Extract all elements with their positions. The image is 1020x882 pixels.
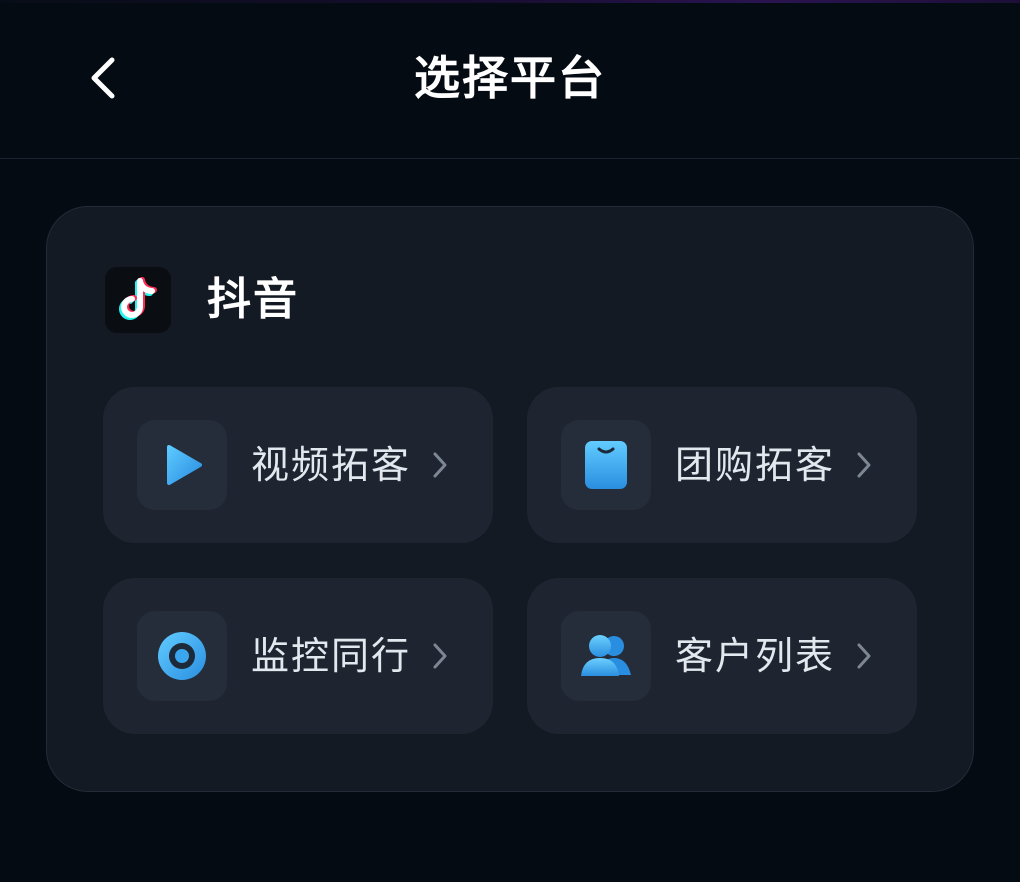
douyin-logo-icon (105, 267, 171, 333)
chevron-right-icon (853, 640, 875, 672)
platform-name: 抖音 (207, 274, 299, 325)
play-icon (137, 420, 227, 510)
monitor-eye-icon (137, 611, 227, 701)
chevron-right-icon (429, 449, 451, 481)
tile-video-leads[interactable]: 视频拓客 (103, 387, 493, 543)
tile-group-buy-leads[interactable]: 团购拓客 (527, 387, 917, 543)
chevron-right-icon (853, 449, 875, 481)
chevron-right-icon (429, 640, 451, 672)
tile-label: 监控同行 (251, 634, 412, 678)
tile-customer-list[interactable]: 客户列表 (527, 578, 917, 734)
page-title: 选择平台 (414, 51, 606, 105)
users-icon (561, 611, 651, 701)
shopping-bag-icon (561, 420, 651, 510)
tile-label: 视频拓客 (251, 443, 412, 487)
tile-monitor-competitors[interactable]: 监控同行 (103, 578, 493, 734)
tile-label: 客户列表 (675, 634, 836, 678)
platform-card-douyin: 抖音 视频拓客 团购拓客 监控同行 客户列表 (46, 206, 974, 792)
page-header: 选择平台 (0, 0, 1020, 159)
tile-label: 团购拓客 (675, 443, 836, 487)
